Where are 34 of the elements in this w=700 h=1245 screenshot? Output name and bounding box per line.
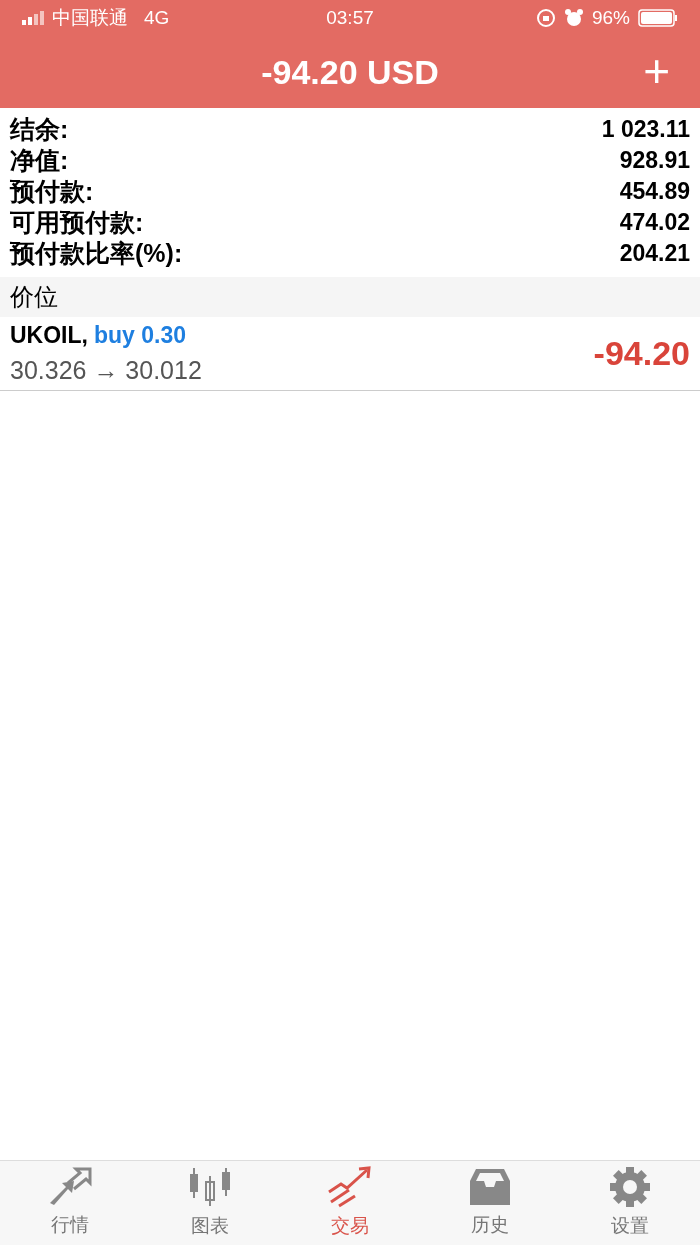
battery-percent: 96% [592,5,630,30]
summary-value: 1 023.11 [601,115,690,145]
summary-label: 预付款: [10,175,94,207]
header-title: -94.20 USD [261,51,439,93]
tab-button[interactable]: 设置 [560,1161,700,1245]
summary-label: 净值: [10,144,69,176]
inbox-icon [468,1166,512,1207]
summary-value: 454.89 [619,177,690,207]
candlestick-icon [188,1165,232,1208]
symbol: UKOIL, [10,320,88,350]
signal-icon [22,11,44,25]
summary-value: 204.21 [619,239,690,269]
summary-label: 可用预付款: [10,206,144,238]
settings-icon [609,1165,651,1208]
summary-value: 928.91 [619,146,690,176]
tab-button[interactable]: 行情 [0,1161,140,1245]
tab-button[interactable]: 交易 [280,1161,420,1245]
trend-arrow-icon [327,1165,373,1208]
profit-value: -94.20 [593,333,690,374]
rotation-lock-icon [536,8,556,28]
tab-button[interactable]: 图表 [140,1161,280,1245]
status-time: 03:57 [326,5,374,30]
carrier-name: 中国联通 [52,5,128,30]
summary-label: 预付款比率(%): [10,237,183,269]
price-range: 30.326 → 30.012 [10,355,202,386]
network-type: 4G [144,5,170,30]
summary-label: 结余: [10,113,69,145]
section-title: 价位 [10,282,58,312]
tab-button[interactable]: 历史 [420,1161,560,1245]
double-arrow-icon [48,1166,92,1207]
add-button[interactable]: + [643,46,670,96]
battery-icon [638,9,678,27]
trade-side: buy 0.30 [93,320,186,350]
summary-value: 474.02 [619,208,690,238]
